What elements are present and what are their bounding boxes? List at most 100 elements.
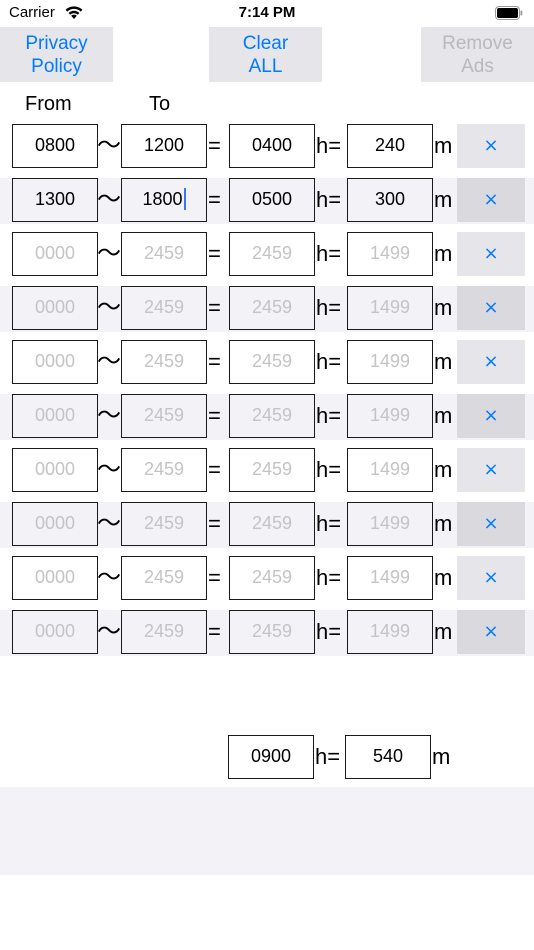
duration-minutes-field: 1499 [347, 448, 433, 492]
hours-symbol: h= [316, 295, 342, 320]
ad-banner-area [0, 787, 534, 875]
hours-symbol: h= [315, 744, 341, 769]
equals-symbol: = [208, 619, 221, 644]
hours-symbol: h= [316, 565, 342, 590]
hours-symbol: h= [316, 403, 342, 428]
from-time-input[interactable]: 0000 [12, 394, 98, 438]
to-time-input-value: 2459 [143, 351, 185, 371]
to-time-input[interactable]: 2459 [121, 502, 207, 546]
to-time-input-value: 2459 [143, 567, 185, 587]
delete-row-button[interactable]: × [457, 286, 525, 330]
duration-hours-field: 2459 [229, 394, 315, 438]
total-hours-field: 0900 [228, 735, 314, 779]
to-time-input[interactable]: 2459 [121, 340, 207, 384]
from-time-input[interactable]: 0000 [12, 610, 98, 654]
range-symbol: 〜 [97, 240, 121, 267]
equals-symbol: = [208, 295, 221, 320]
to-time-input[interactable]: 2459 [121, 394, 207, 438]
time-row: 0000 〜 2459 = 2459 h= 1499 m × [0, 286, 534, 332]
duration-hours-field: 0500 [229, 178, 315, 222]
equals-symbol: = [208, 403, 221, 428]
time-row: 0000 〜 2459 = 2459 h= 1499 m × [0, 340, 534, 386]
privacy-policy-button[interactable]: Privacy Policy [0, 27, 113, 82]
range-symbol: 〜 [97, 294, 121, 321]
from-time-input-value: 0000 [34, 405, 76, 425]
duration-hours-field: 2459 [229, 232, 315, 276]
equals-symbol: = [208, 457, 221, 482]
close-icon: × [483, 621, 499, 642]
duration-minutes-field: 1499 [347, 556, 433, 600]
delete-row-button[interactable]: × [457, 340, 525, 384]
battery-full-icon [495, 6, 523, 20]
delete-row-button[interactable]: × [457, 178, 525, 222]
duration-hours-field: 0400 [229, 124, 315, 168]
from-time-input-value: 0000 [34, 513, 76, 533]
from-time-input[interactable]: 1300 [12, 178, 98, 222]
range-symbol: 〜 [97, 132, 121, 159]
close-icon: × [483, 513, 499, 534]
delete-row-button[interactable]: × [457, 394, 525, 438]
status-bar: Carrier 7:14 PM [0, 0, 534, 26]
clear-all-button[interactable]: Clear ALL [209, 27, 322, 82]
to-time-input[interactable]: 1800 [121, 178, 207, 222]
minutes-unit: m [434, 457, 453, 482]
from-time-input-value: 0000 [34, 459, 76, 479]
close-icon: × [483, 567, 499, 588]
time-row: 0800 〜 1200 = 0400 h= 240 m × [0, 124, 534, 170]
equals-symbol: = [208, 241, 221, 266]
time-row: 0000 〜 2459 = 2459 h= 1499 m × [0, 502, 534, 548]
hours-symbol: h= [316, 241, 342, 266]
equals-symbol: = [208, 511, 221, 536]
equals-symbol: = [208, 187, 221, 212]
delete-row-button[interactable]: × [457, 124, 525, 168]
hours-symbol: h= [316, 457, 342, 482]
to-time-input[interactable]: 2459 [121, 556, 207, 600]
delete-row-button[interactable]: × [457, 610, 525, 654]
range-symbol: 〜 [97, 564, 121, 591]
minutes-unit: m [434, 241, 453, 266]
range-symbol: 〜 [97, 618, 121, 645]
duration-minutes-field: 1499 [347, 394, 433, 438]
from-time-input-value: 0000 [34, 297, 76, 317]
delete-row-button[interactable]: × [457, 556, 525, 600]
remove-ads-button[interactable]: Remove Ads [421, 27, 534, 82]
to-time-input[interactable]: 1200 [121, 124, 207, 168]
delete-row-button[interactable]: × [457, 448, 525, 492]
range-symbol: 〜 [97, 348, 121, 375]
duration-hours-field: 2459 [229, 448, 315, 492]
to-time-input[interactable]: 2459 [121, 232, 207, 276]
duration-hours-field: 2459 [229, 502, 315, 546]
duration-minutes-field: 1499 [347, 502, 433, 546]
equals-symbol: = [208, 349, 221, 374]
from-time-input-value: 0000 [34, 351, 76, 371]
from-time-input[interactable]: 0000 [12, 502, 98, 546]
from-time-input-value: 1300 [34, 189, 76, 209]
to-time-input-value: 1800 [142, 189, 183, 209]
delete-row-button[interactable]: × [457, 502, 525, 546]
to-time-input-value: 2459 [143, 513, 185, 533]
to-time-input[interactable]: 2459 [121, 610, 207, 654]
from-time-input[interactable]: 0000 [12, 340, 98, 384]
minutes-unit: m [432, 744, 451, 769]
minutes-unit: m [434, 349, 453, 374]
from-time-input-value: 0000 [34, 243, 76, 263]
to-time-input[interactable]: 2459 [121, 286, 207, 330]
range-symbol: 〜 [97, 402, 121, 429]
equals-symbol: = [208, 133, 221, 158]
from-time-input[interactable]: 0000 [12, 448, 98, 492]
total-row: 0900 h= 540 m [0, 735, 534, 779]
from-time-input[interactable]: 0000 [12, 556, 98, 600]
to-time-input[interactable]: 2459 [121, 448, 207, 492]
duration-minutes-field: 1499 [347, 610, 433, 654]
time-row: 0000 〜 2459 = 2459 h= 1499 m × [0, 394, 534, 440]
to-time-input-value: 2459 [143, 243, 185, 263]
from-time-input[interactable]: 0000 [12, 232, 98, 276]
from-time-input-value: 0000 [34, 567, 76, 587]
hours-symbol: h= [316, 187, 342, 212]
close-icon: × [483, 135, 499, 156]
from-time-input[interactable]: 0000 [12, 286, 98, 330]
delete-row-button[interactable]: × [457, 232, 525, 276]
from-time-input[interactable]: 0800 [12, 124, 98, 168]
to-time-input-value: 1200 [143, 135, 185, 155]
minutes-unit: m [434, 565, 453, 590]
